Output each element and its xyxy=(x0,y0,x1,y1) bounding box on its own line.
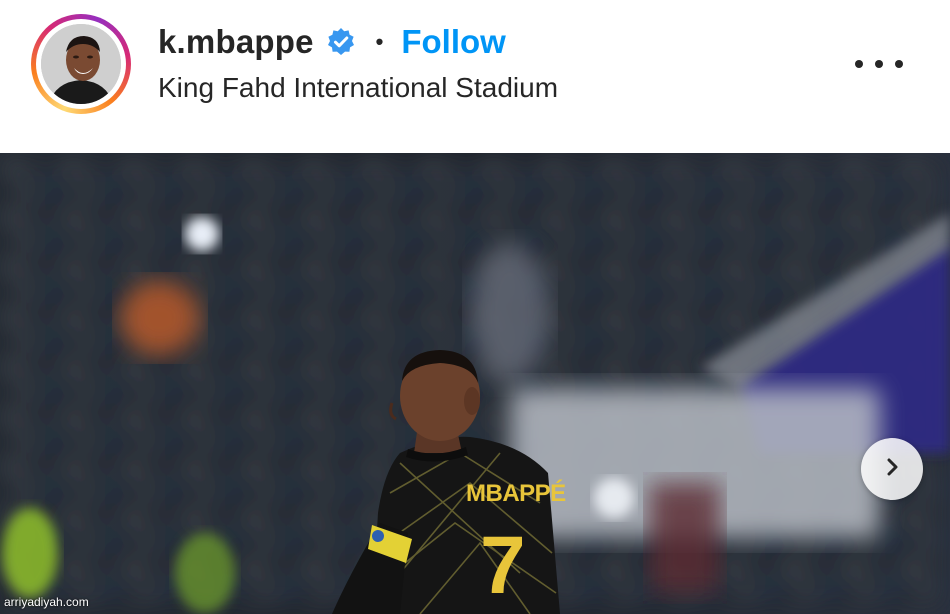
more-dot xyxy=(895,60,903,68)
story-ring[interactable] xyxy=(31,14,131,114)
verified-badge-icon xyxy=(326,27,356,57)
more-dot xyxy=(875,60,883,68)
more-dot xyxy=(855,60,863,68)
post-header: k.mbappe • Follow King Fahd Internationa… xyxy=(0,0,950,153)
username-row: k.mbappe • Follow xyxy=(158,20,506,64)
username-link[interactable]: k.mbappe xyxy=(158,23,314,61)
separator-dot: • xyxy=(375,29,384,54)
stadium-photo: MBAPPÉ 7 xyxy=(0,153,950,614)
avatar-image xyxy=(41,24,121,104)
chevron-right-icon xyxy=(881,456,903,483)
more-options-icon[interactable] xyxy=(855,52,903,76)
jersey-number: 7 xyxy=(480,520,526,611)
watermark: arriyadiyah.com xyxy=(4,595,89,609)
avatar-frame xyxy=(36,19,126,109)
next-photo-button[interactable] xyxy=(861,438,923,500)
location-link[interactable]: King Fahd International Stadium xyxy=(158,72,558,104)
follow-button[interactable]: Follow xyxy=(401,23,505,61)
jersey-name: MBAPPÉ xyxy=(466,479,566,507)
post-photo[interactable]: MBAPPÉ 7 xyxy=(0,153,950,614)
avatar[interactable] xyxy=(41,24,121,104)
